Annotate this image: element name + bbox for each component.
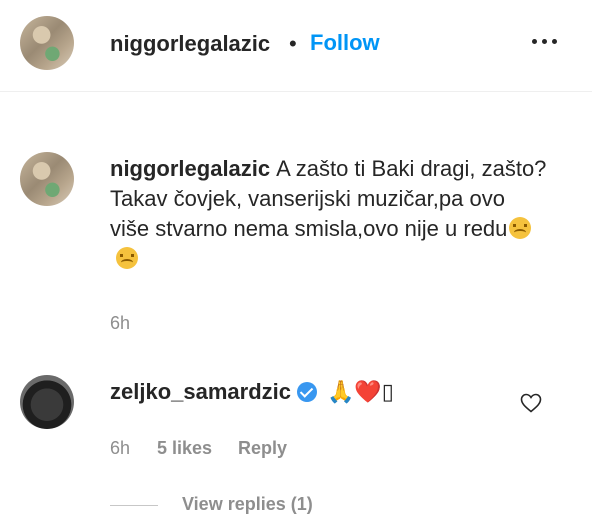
verified-badge-icon	[296, 382, 317, 402]
reply-author-username[interactable]: zeljko_samardzic	[110, 379, 291, 404]
more-options-icon[interactable]	[532, 36, 562, 46]
comment-author-avatar[interactable]	[20, 152, 74, 206]
comment-timestamp[interactable]: 6h	[110, 313, 130, 334]
sad-tear-emoji	[116, 247, 138, 269]
follow-button[interactable]: Follow	[310, 30, 380, 56]
reply-likes-count[interactable]: 5 likes	[157, 438, 212, 459]
reply-body: zeljko_samardzic 🙏❤️▯	[110, 379, 394, 405]
view-replies-button[interactable]: View replies (1)	[182, 494, 313, 515]
post-header: niggorlegalazic • Follow	[0, 0, 592, 92]
reply-timestamp[interactable]: 6h	[110, 438, 130, 459]
replies-divider	[110, 505, 158, 506]
reply-button[interactable]: Reply	[238, 438, 287, 459]
sad-tear-emoji	[509, 217, 532, 239]
separator-dot: •	[289, 31, 297, 56]
comment-author-username[interactable]: niggorlegalazic	[110, 156, 270, 181]
post-author-username[interactable]: niggorlegalazic	[110, 31, 270, 57]
post-author-avatar[interactable]	[20, 16, 74, 70]
reply-author-avatar[interactable]	[20, 375, 74, 429]
heart-outline-icon[interactable]	[519, 391, 543, 415]
comment-body: niggorlegalazic A zašto ti Baki dragi, za…	[110, 154, 550, 274]
reply-text: 🙏❤️▯	[326, 379, 394, 404]
